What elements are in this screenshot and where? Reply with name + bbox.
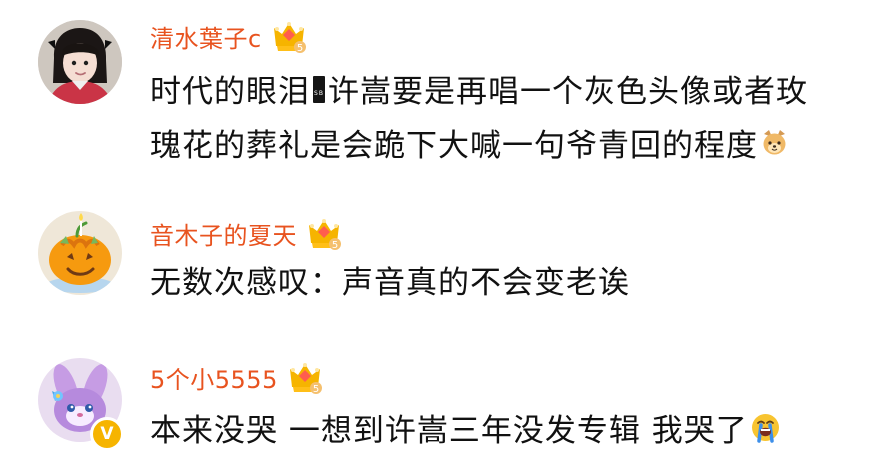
username[interactable]: 音木子的夏天 (150, 216, 297, 251)
black-tag-emoji-icon: SB (312, 68, 326, 120)
gold-crown-badge-icon[interactable]: 5 (270, 18, 308, 54)
comment-text-part-3: 瑰花的葬礼是会跪下大喊一句爷青回的程度 (150, 127, 758, 164)
comment-text-part-2: 许嵩要是再唱一个灰色头像或者玫 (328, 74, 808, 110)
girl-avatar-icon (38, 20, 122, 104)
crying-face-emoji-icon (750, 407, 781, 459)
dog-face-emoji-icon (760, 121, 789, 173)
comment-1: 清水葉子c 5 时代的眼泪 SB 许嵩要是再唱一个灰色头像或者玫 瑰花的葬礼是会… (0, 0, 877, 180)
comment-text: 无数次感叹：声音真的不会变老诶 (150, 265, 630, 301)
comment-text-part-1: 本来没哭 一想到许嵩三年没发专辑 我哭了 (150, 413, 748, 449)
pumpkin-cake-avatar-icon (38, 211, 122, 295)
comment-text: 本来没哭 一想到许嵩三年没发专辑 我哭了 (150, 405, 850, 459)
username-row: 5个小5555 5 (150, 356, 324, 398)
gold-crown-badge-icon[interactable]: 5 (286, 359, 324, 395)
svg-text:5: 5 (313, 384, 319, 395)
username-row: 音木子的夏天 5 (150, 212, 343, 254)
svg-text:5: 5 (332, 240, 338, 251)
username[interactable]: 5个小5555 (150, 360, 278, 395)
verified-badge-icon: V (90, 417, 124, 451)
username[interactable]: 清水葉子c (150, 19, 262, 54)
comment-3: V 5个小5555 5 本来没哭 一想到许嵩三年没发专辑 我哭了 (0, 330, 877, 475)
user-avatar[interactable] (38, 20, 122, 104)
gold-crown-badge-icon[interactable]: 5 (305, 215, 343, 251)
comment-text: 时代的眼泪 SB 许嵩要是再唱一个灰色头像或者玫 瑰花的葬礼是会跪下大喊一句爷青… (150, 66, 850, 173)
svg-text:5: 5 (297, 43, 303, 54)
svg-text:SB: SB (314, 90, 324, 97)
user-avatar[interactable] (38, 211, 122, 295)
comment-text-part-1: 时代的眼泪 (150, 74, 310, 110)
comment-2: 音木子的夏天 5 无数次感叹：声音真的不会变老诶 (0, 180, 877, 330)
username-row: 清水葉子c 5 (150, 15, 308, 57)
